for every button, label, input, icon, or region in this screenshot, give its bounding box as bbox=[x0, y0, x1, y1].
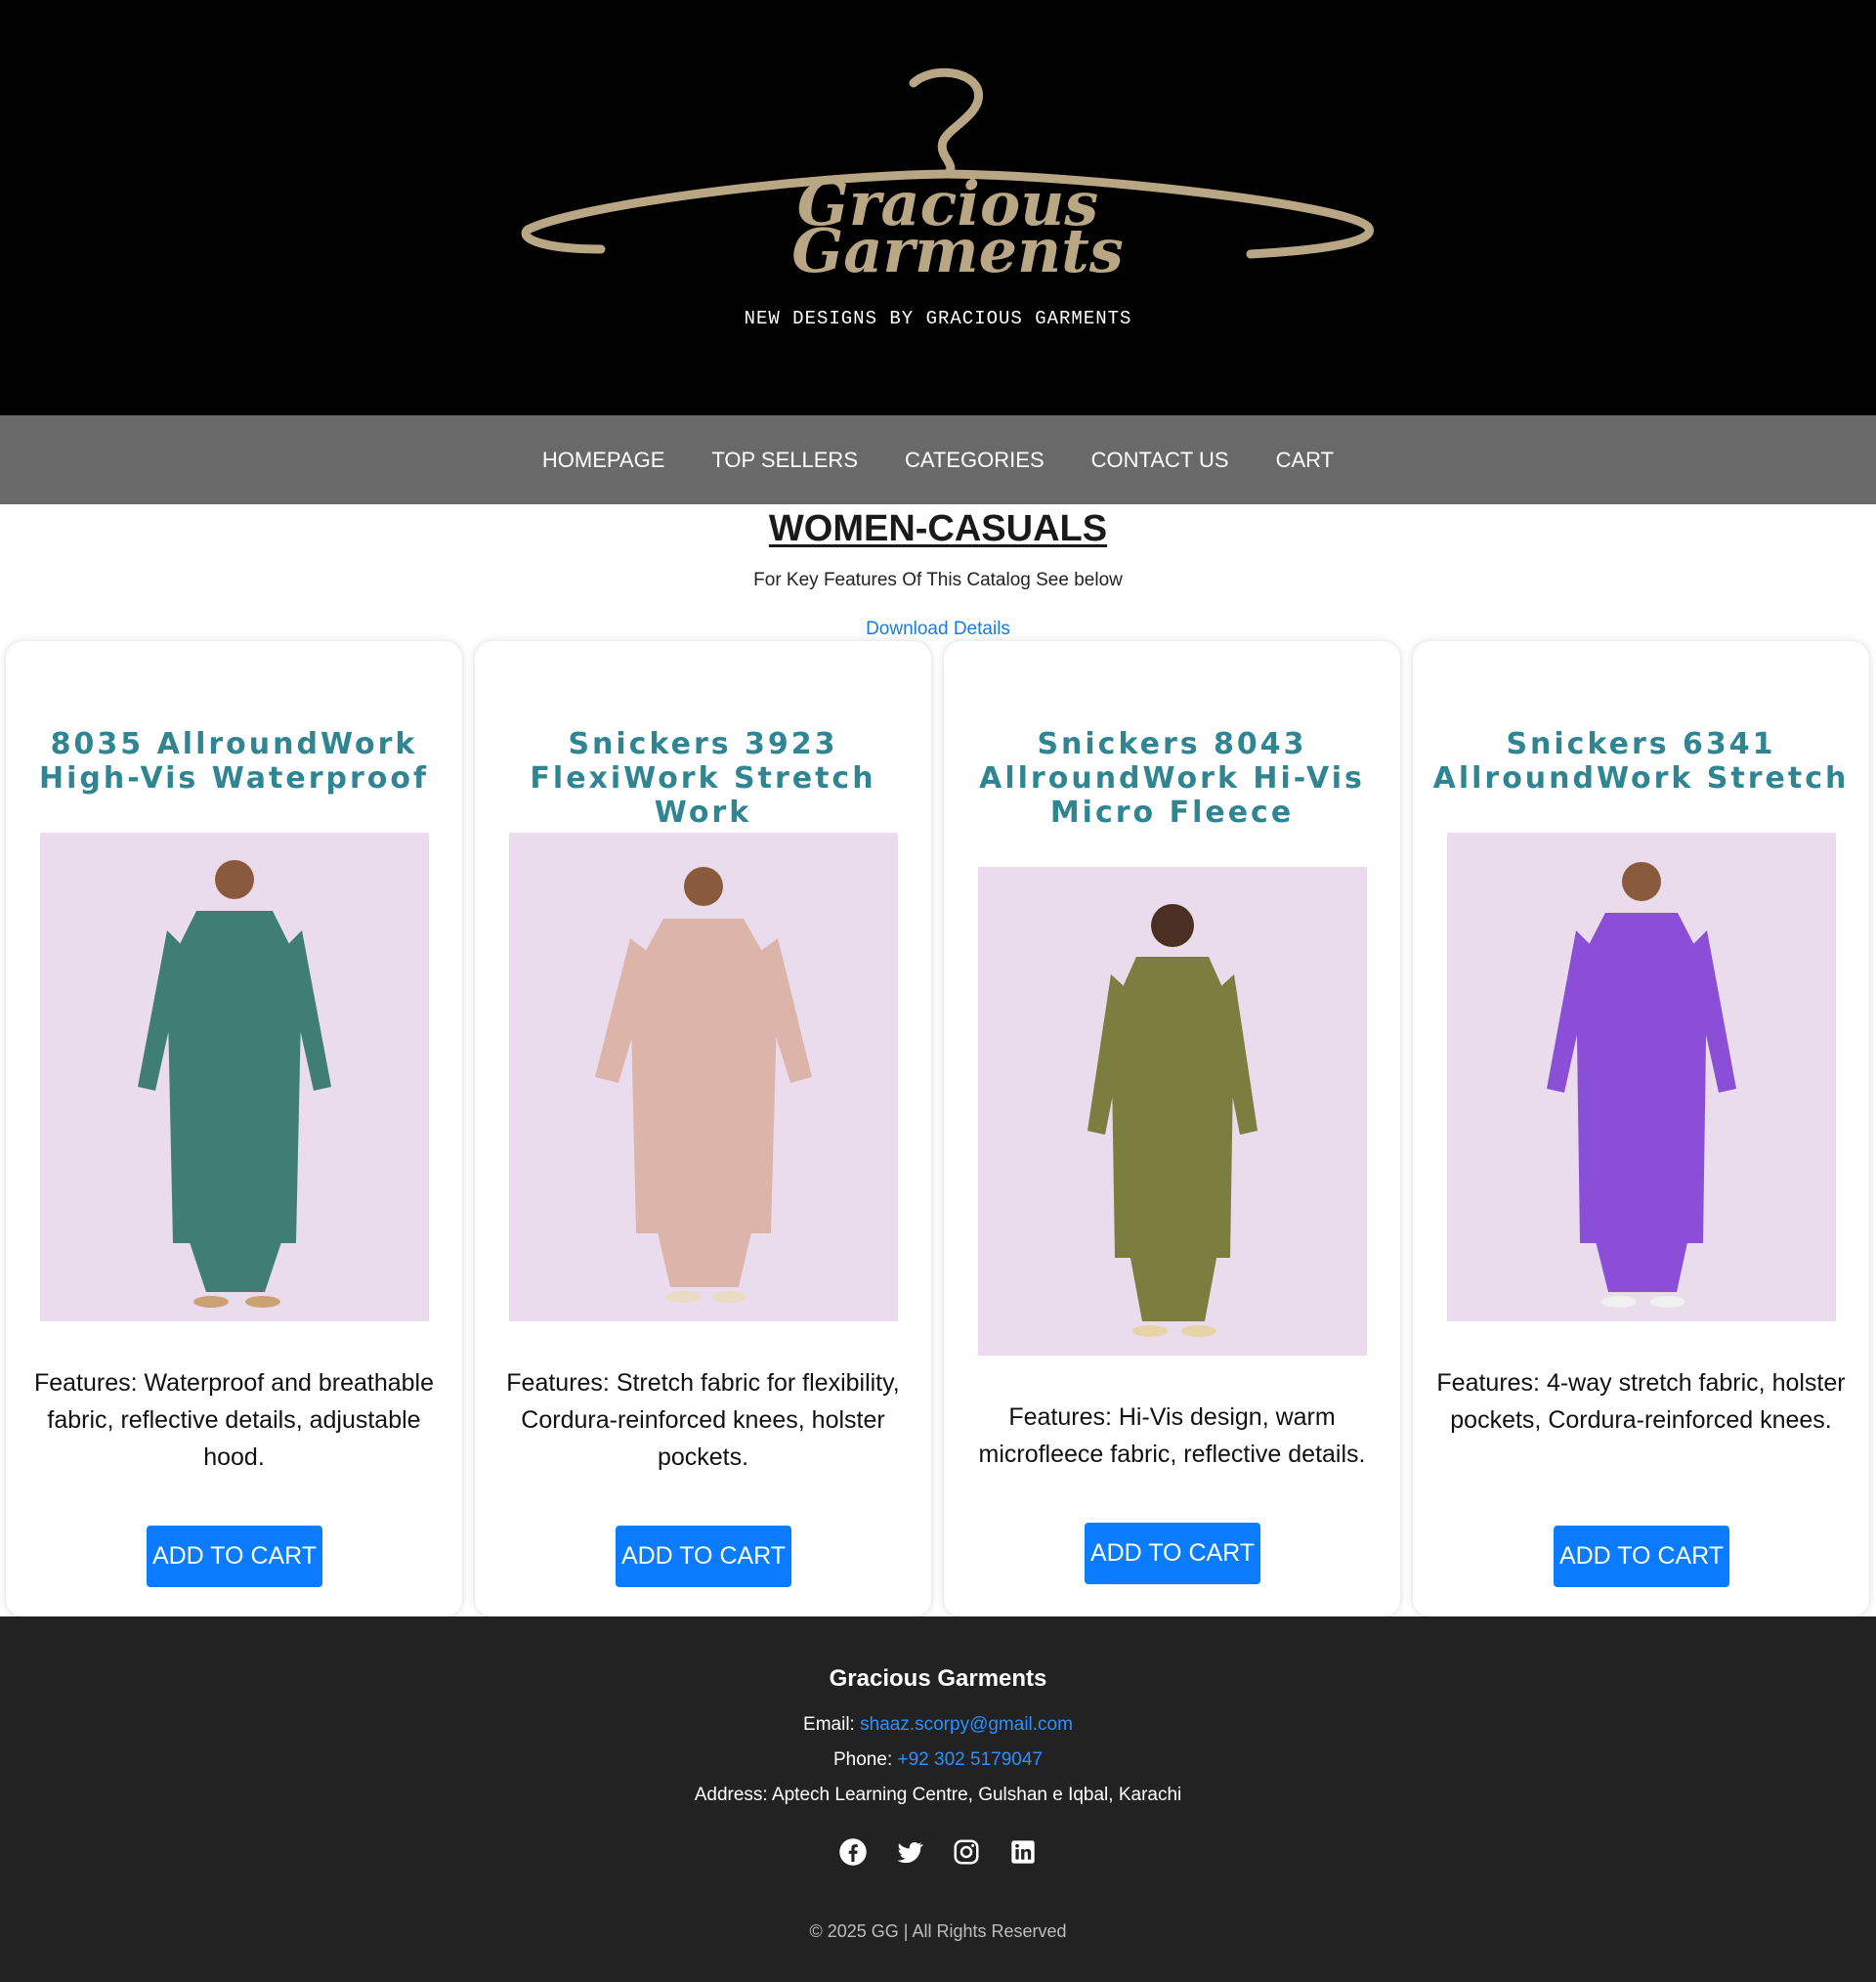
nav-contact-us[interactable]: CONTACT US bbox=[1091, 448, 1229, 473]
footer-address: Address: Aptech Learning Centre, Gulshan… bbox=[694, 1785, 1182, 1805]
product-title: Snickers 6341 AllroundWork Stretch bbox=[1432, 727, 1850, 796]
model-figure-icon bbox=[1447, 833, 1836, 1321]
hanger-logo-icon: Gracious Garments bbox=[521, 67, 1374, 286]
product-grid: 8035 AllroundWork High-Vis Waterproof Fe… bbox=[6, 641, 1872, 1616]
nav-homepage[interactable]: HOMEPAGE bbox=[542, 448, 665, 473]
nav-top-sellers[interactable]: TOP SELLERS bbox=[711, 448, 858, 473]
product-card: Snickers 3923 FlexiWork Stretch Work Fea… bbox=[475, 641, 931, 1616]
product-features: Features: 4-way stretch fabric, holster … bbox=[1436, 1369, 1846, 1434]
trousers-shape bbox=[1594, 1233, 1689, 1292]
product-image[interactable] bbox=[978, 867, 1367, 1356]
facebook-icon[interactable] bbox=[837, 1836, 869, 1868]
product-card: 8035 AllroundWork High-Vis Waterproof Fe… bbox=[6, 641, 462, 1616]
product-title: 8035 AllroundWork High-Vis Waterproof bbox=[38, 727, 430, 796]
model-figure-icon bbox=[509, 833, 898, 1321]
model-figure-icon bbox=[978, 867, 1367, 1356]
garment-shape bbox=[167, 911, 302, 1243]
page-title: WOMEN-CASUALS bbox=[768, 508, 1108, 549]
trousers-shape bbox=[656, 1224, 753, 1287]
svg-text:Garments: Garments bbox=[791, 215, 1123, 283]
header-tagline: NEW DESIGNS BY GRACIOUS GARMENTS bbox=[744, 308, 1132, 329]
site-header: Gracious Garments NEW DESIGNS BY GRACIOU… bbox=[0, 0, 1876, 415]
footer-phone: Phone: +92 302 5179047 bbox=[0, 1749, 1876, 1771]
product-features: Features: Hi-Vis design, warm microfleec… bbox=[978, 1403, 1366, 1468]
add-to-cart-button[interactable]: ADD TO CART bbox=[1085, 1523, 1260, 1584]
catalog-heading: WOMEN-CASUALS For Key Features Of This C… bbox=[0, 508, 1876, 640]
product-image[interactable] bbox=[509, 833, 898, 1321]
nav-categories[interactable]: CATEGORIES bbox=[905, 448, 1045, 473]
product-features: Features: Waterproof and breathable fabr… bbox=[33, 1369, 435, 1471]
linkedin-icon[interactable] bbox=[1007, 1836, 1039, 1868]
catalog-subtitle: For Key Features Of This Catalog See bel… bbox=[753, 570, 1123, 590]
model-figure-icon bbox=[40, 833, 429, 1321]
download-details-link[interactable]: Download Details bbox=[866, 619, 1010, 640]
footer-brand: Gracious Garments bbox=[829, 1665, 1047, 1692]
add-to-cart-button[interactable]: ADD TO CART bbox=[616, 1526, 791, 1587]
product-features: Features: Stretch fabric for flexibility… bbox=[506, 1369, 900, 1471]
social-links bbox=[0, 1836, 1876, 1868]
phone-link[interactable]: +92 302 5179047 bbox=[898, 1749, 1043, 1770]
instagram-icon[interactable] bbox=[951, 1836, 982, 1868]
add-to-cart-button[interactable]: ADD TO CART bbox=[1554, 1526, 1729, 1587]
garment-shape bbox=[1576, 913, 1707, 1243]
brand-logo[interactable]: Gracious Garments bbox=[508, 59, 1387, 286]
product-title: Snickers 3923 FlexiWork Stretch Work bbox=[530, 727, 876, 830]
twitter-icon[interactable] bbox=[894, 1836, 925, 1868]
add-to-cart-button[interactable]: ADD TO CART bbox=[147, 1526, 322, 1587]
footer-email: Email: shaaz.scorpy@gmail.com bbox=[0, 1714, 1876, 1736]
phone-label: Phone: bbox=[833, 1749, 893, 1770]
product-title: Snickers 8043 AllroundWork Hi-Vis Micro … bbox=[979, 727, 1365, 830]
trousers-shape bbox=[1130, 1253, 1217, 1321]
product-image[interactable] bbox=[1447, 833, 1836, 1321]
product-card: Snickers 6341 AllroundWork Stretch Featu… bbox=[1413, 641, 1869, 1616]
email-link[interactable]: shaaz.scorpy@gmail.com bbox=[860, 1714, 1073, 1735]
product-image[interactable] bbox=[40, 833, 429, 1321]
email-label: Email: bbox=[803, 1714, 855, 1735]
main-nav: HOMEPAGE TOP SELLERS CATEGORIES CONTACT … bbox=[0, 415, 1876, 504]
site-footer: Gracious Garments Email: shaaz.scorpy@gm… bbox=[0, 1616, 1876, 1982]
nav-cart[interactable]: CART bbox=[1276, 448, 1335, 473]
product-card: Snickers 8043 AllroundWork Hi-Vis Micro … bbox=[944, 641, 1400, 1616]
copyright: © 2025 GG | All Rights Reserved bbox=[809, 1921, 1067, 1941]
